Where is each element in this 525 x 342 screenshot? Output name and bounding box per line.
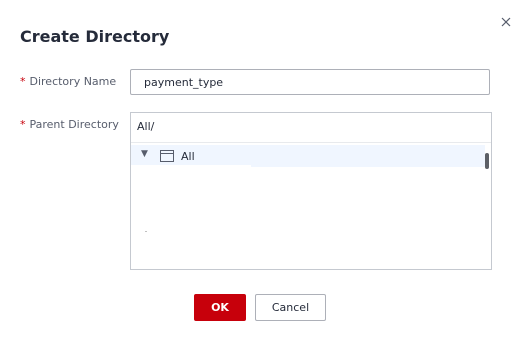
tree-speck [145, 231, 147, 232]
parent-directory-label: * Parent Directory [20, 118, 119, 131]
tree-node-all[interactable]: ▼ All [131, 145, 485, 171]
ok-button[interactable]: OK [194, 294, 246, 321]
folder-icon [160, 150, 174, 162]
parent-directory-selector[interactable]: All/ ▼ All [130, 112, 492, 270]
directory-name-label: * Directory Name [20, 75, 116, 88]
required-mark: * [20, 118, 26, 131]
close-icon[interactable] [497, 13, 515, 31]
directory-name-label-text: Directory Name [29, 75, 117, 88]
cancel-button[interactable]: Cancel [255, 294, 326, 321]
parent-directory-path: All/ [137, 120, 155, 133]
directory-name-input[interactable] [130, 69, 490, 95]
caret-down-icon[interactable]: ▼ [141, 149, 148, 159]
tree-scrollbar[interactable] [485, 153, 489, 169]
tree-row-highlight-gap [131, 165, 251, 171]
directory-tree[interactable]: ▼ All [131, 142, 491, 269]
tree-node-label: All [181, 150, 195, 163]
required-mark: * [20, 75, 26, 88]
parent-directory-label-text: Parent Directory [29, 118, 119, 131]
dialog-title: Create Directory [20, 27, 170, 46]
create-directory-dialog: Create Directory *Directory Name *Parent… [0, 0, 525, 342]
